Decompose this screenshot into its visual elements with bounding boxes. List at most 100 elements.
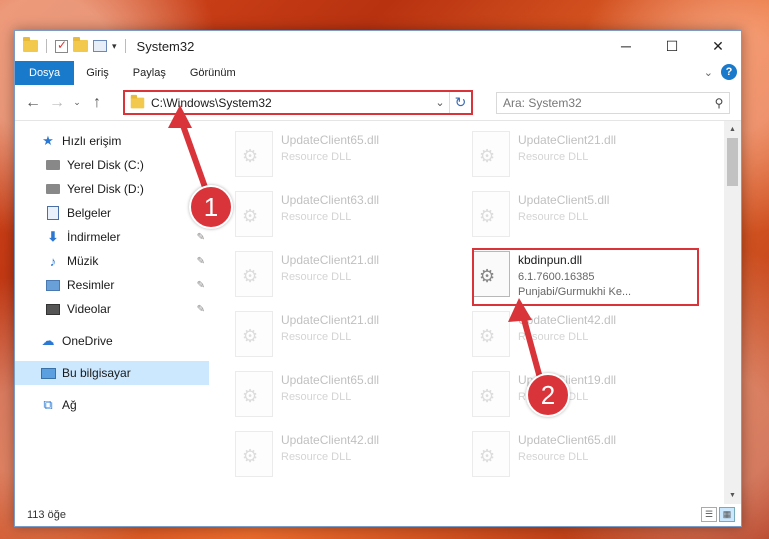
file-type: Resource DLL [518,331,589,343]
tiles-view-icon[interactable]: ▦ [719,507,735,522]
sidebar-item-label: Ağ [62,398,77,412]
sidebar-item-label: Yerel Disk (C:) [67,158,144,172]
file-item[interactable]: UpdateClient63.dll Resource DLL [235,187,435,243]
scrollbar-thumb[interactable] [727,138,738,186]
maximize-button[interactable]: ☐ [649,31,695,61]
pin-icon[interactable]: ✎ [197,232,205,243]
file-type: Resource DLL [518,451,589,463]
file-text: UpdateClient65.dll Resource DLL [518,427,616,465]
ribbon-right-controls: ⌄ ? [704,64,737,80]
tab-home[interactable]: Giriş [74,61,121,85]
dll-file-icon [235,371,273,417]
sidebar-item-label: OneDrive [62,334,113,348]
file-item[interactable]: UpdateClient5.dll Resource DLL [472,187,672,243]
address-path[interactable]: C:\Windows\System32 [151,96,431,110]
file-text: UpdateClient42.dll Resource DLL [518,307,616,345]
pin-icon[interactable]: ✎ [197,256,205,267]
file-item[interactable]: UpdateClient21.dll Resource DLL [472,127,672,183]
address-bar[interactable]: C:\Windows\System32 ⌄ ↻ [123,90,473,115]
file-meta: Resource DLL [281,270,379,285]
sidebar-item-label: Resimler [67,278,115,292]
file-type: Resource DLL [518,211,589,223]
music-icon: ♪ [49,253,57,269]
file-type: Resource DLL [518,151,589,163]
sidebar-item-local-disk-c[interactable]: Yerel Disk (C:) [15,153,209,177]
file-text: UpdateClient5.dll Resource DLL [518,187,609,225]
customize-toolbar-chevron-icon[interactable]: ▾ [112,41,117,52]
sidebar-item-music[interactable]: ♪ Müzik ✎ [15,249,209,273]
file-item[interactable]: UpdateClient42.dll Resource DLL [235,427,435,483]
file-name: UpdateClient42.dll [281,433,380,447]
dll-file-icon [235,311,273,357]
sidebar-item-label: Hızlı erişim [62,134,122,148]
sidebar-item-documents[interactable]: Belgeler ✎ [15,201,209,225]
tab-view[interactable]: Görünüm [178,61,248,85]
window-controls: ─ ☐ ✕ [603,31,741,61]
sidebar-item-downloads[interactable]: ⬇ İndirmeler ✎ [15,225,209,249]
sidebar-item-local-disk-d[interactable]: Yerel Disk (D:) [15,177,209,201]
onedrive-icon: ☁ [41,333,55,348]
file-meta: Resource DLL [281,330,379,345]
properties-check-icon[interactable] [55,38,68,53]
sidebar-item-label: İndirmeler [67,230,121,244]
refresh-icon[interactable]: ↻ [449,92,471,113]
address-dropdown-chevron-icon[interactable]: ⌄ [431,96,449,109]
file-item[interactable]: UpdateClient19.dllResource DLL [472,367,672,423]
videos-icon [46,303,60,315]
file-item[interactable]: UpdateClient65.dll Resource DLL [472,427,672,483]
step-badge-1: 1 [189,185,233,229]
tab-share[interactable]: Paylaş [121,61,178,85]
file-meta: Resource DLL [518,210,609,225]
window-title: System32 [136,38,195,54]
sidebar-item-videos[interactable]: Videolar ✎ [15,297,209,321]
title-bar: ▾ System32 ─ ☐ ✕ [15,31,741,61]
sidebar-item-pictures[interactable]: Resimler ✎ [15,273,209,297]
sidebar-item-network[interactable]: ⧉ Ağ [15,393,209,417]
search-input[interactable]: Ara: System32 [503,96,709,110]
file-item[interactable]: UpdateClient21.dll Resource DLL [235,307,435,363]
recent-locations-chevron-icon[interactable]: ⌄ [69,97,85,108]
sidebar-item-label: Müzik [67,254,99,268]
view-switcher: ☰ ▦ [701,507,735,522]
dll-file-icon [472,431,510,477]
file-list: UpdateClient65.dllResource DLLUpdateClie… [209,121,741,504]
vertical-scrollbar[interactable]: ▲ ▼ [724,121,741,504]
sidebar-item-onedrive[interactable]: ☁ OneDrive [15,329,209,353]
back-button[interactable]: ← [21,94,45,112]
file-item[interactable]: UpdateClient42.dll Resource DLL [472,307,672,363]
dll-file-icon [472,131,510,177]
expand-ribbon-chevron-icon[interactable]: ⌄ [704,66,713,79]
sidebar-item-label: Bu bilgisayar [62,366,131,380]
documents-icon [47,206,59,220]
forward-button[interactable]: → [45,94,69,112]
pin-icon[interactable]: ✎ [197,280,205,291]
file-item[interactable]: UpdateClient21.dll Resource DLL [235,247,435,303]
search-icon[interactable]: ⚲ [709,96,729,110]
file-meta: Resource DLL [281,390,379,405]
minimize-button[interactable]: ─ [603,31,649,61]
sidebar-item-quick-access[interactable]: ★ Hızlı erişim [15,129,209,153]
details-view-icon[interactable]: ☰ [701,507,717,522]
step-badge-2: 2 [526,373,570,417]
file-text: UpdateClient21.dll Resource DLL [281,247,379,285]
file-item[interactable]: UpdateClient65.dll Resource DLL [235,367,435,423]
new-folder-icon[interactable] [73,37,88,52]
scroll-up-icon[interactable]: ▲ [724,121,741,138]
close-button[interactable]: ✕ [695,31,741,61]
file-meta: Resource DLL [518,150,616,165]
sidebar-item-this-pc[interactable]: Bu bilgisayar [15,361,209,385]
pin-icon[interactable]: ✎ [197,304,205,315]
file-type: Resource DLL [281,331,352,343]
file-item[interactable]: UpdateClient65.dll Resource DLL [235,127,435,183]
scroll-down-icon[interactable]: ▼ [724,487,741,504]
search-box[interactable]: Ara: System32 ⚲ [496,92,730,114]
sidebar-item-label: Belgeler [67,206,112,220]
help-icon[interactable]: ? [721,64,737,80]
tab-file[interactable]: Dosya [15,61,75,85]
properties-icon[interactable] [93,40,107,52]
dll-file-icon [472,311,510,357]
dll-file-icon [472,191,510,237]
file-explorer-window: ▾ System32 ─ ☐ ✕ Dosya Giriş Paylaş Görü… [14,30,742,527]
up-button[interactable]: ↑ [85,94,109,112]
file-name: UpdateClient21.dll [281,313,380,327]
